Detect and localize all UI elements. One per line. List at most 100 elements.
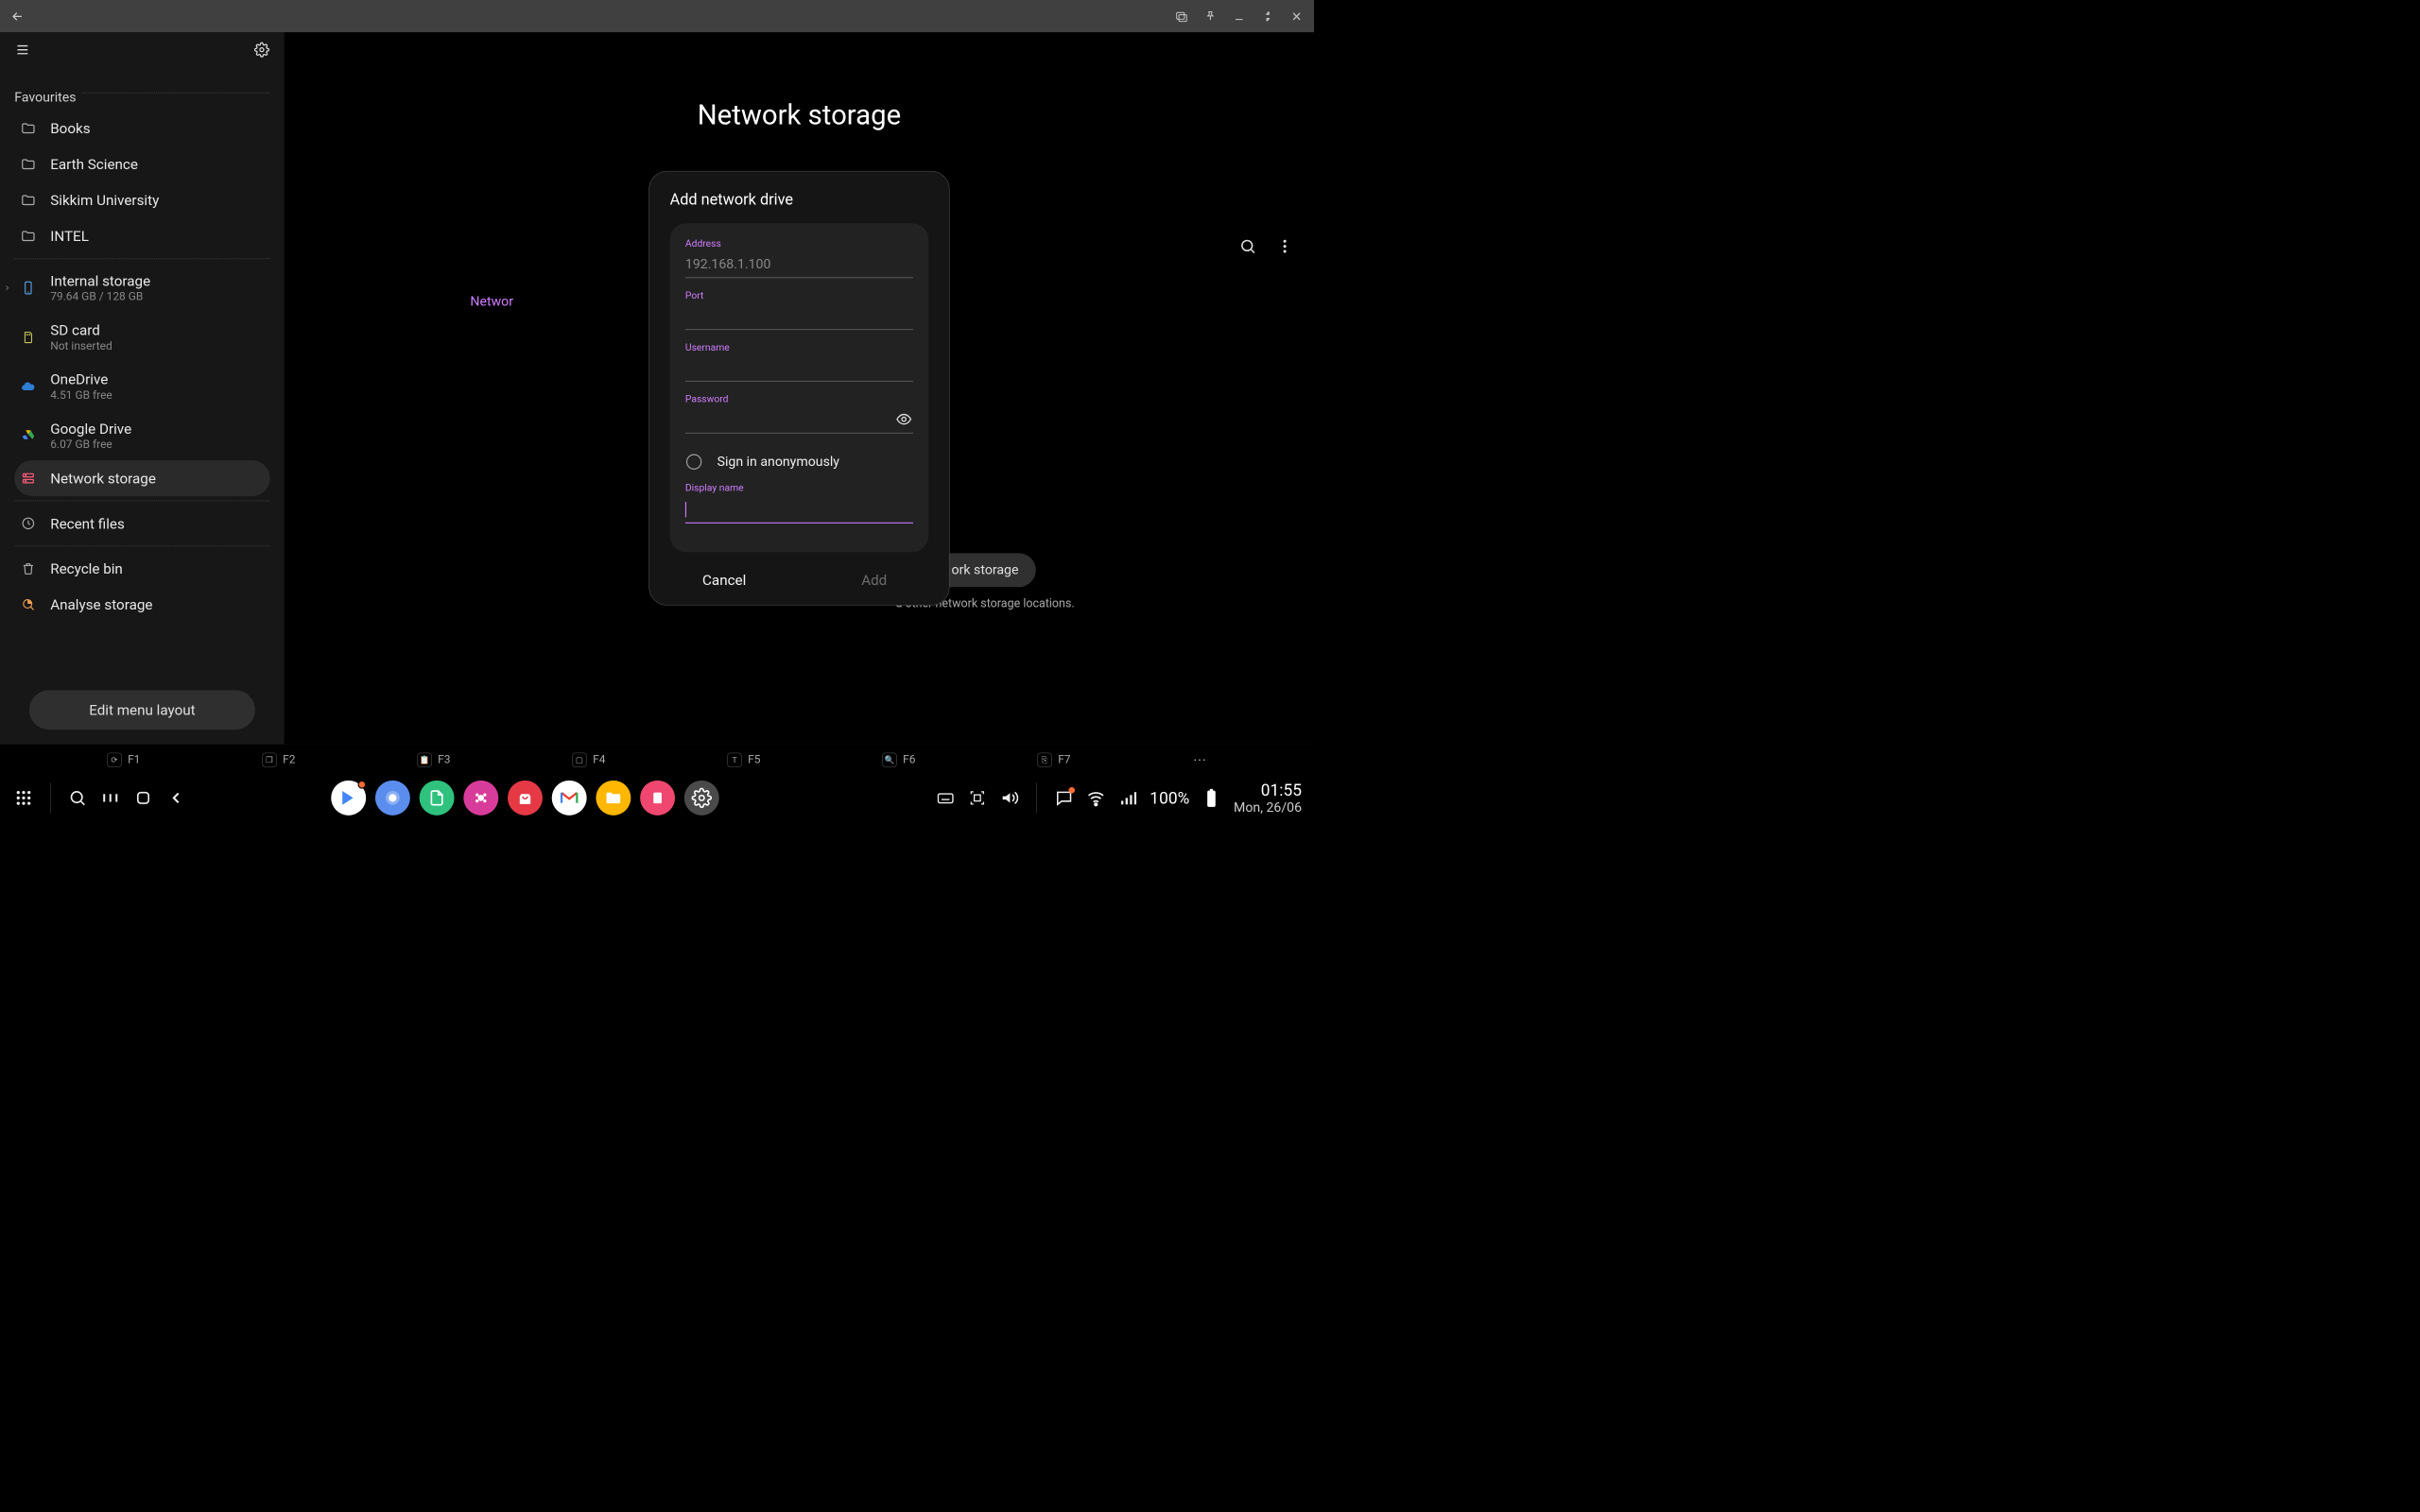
sidebar-fav-intel[interactable]: INTEL: [14, 218, 269, 254]
volume-icon[interactable]: [999, 788, 1019, 808]
edit-menu-layout-button[interactable]: Edit menu layout: [29, 690, 255, 730]
username-input[interactable]: [685, 354, 913, 382]
fkey-f4[interactable]: ▢F4: [572, 752, 605, 766]
sidebar-fav-earth-science[interactable]: Earth Science: [14, 146, 269, 182]
chat-icon[interactable]: [1054, 788, 1074, 808]
refresh-icon: ⟳: [107, 752, 121, 766]
home-icon[interactable]: [132, 786, 155, 809]
keyboard-icon[interactable]: [936, 788, 956, 808]
google-drive-icon: [20, 427, 37, 444]
app-settings-icon[interactable]: [684, 781, 719, 816]
fkey-f3[interactable]: 📋F3: [417, 752, 450, 766]
folder-icon: [20, 156, 37, 173]
fkey-more[interactable]: ⋯: [1192, 752, 1206, 766]
port-input[interactable]: [685, 302, 913, 330]
app-play-store-icon[interactable]: [331, 781, 366, 816]
app-my-files-icon[interactable]: [596, 781, 631, 816]
sidebar-item-label: OneDrive: [50, 371, 112, 388]
sidebar-item-label: Network storage: [50, 470, 156, 487]
app-files-icon[interactable]: [420, 781, 455, 816]
password-input[interactable]: [685, 406, 895, 433]
main-content: Network storage Networ ork storage d oth…: [285, 32, 1314, 744]
sidebar-item-label: Recycle bin: [50, 560, 123, 577]
apps-grid-icon[interactable]: [12, 786, 35, 809]
sidebar-item-label: Google Drive: [50, 421, 131, 438]
close-icon[interactable]: [1289, 9, 1304, 24]
restore-icon[interactable]: [1261, 9, 1275, 24]
app-browser-icon[interactable]: [375, 781, 410, 816]
battery-icon: [1201, 788, 1221, 808]
pin-icon[interactable]: [1203, 9, 1218, 24]
trash-icon: [20, 559, 37, 576]
sidebar-fav-books[interactable]: Books: [14, 111, 269, 146]
address-label: Address: [685, 238, 913, 249]
sidebar-item-label: INTEL: [50, 228, 89, 245]
sidebar-item-sublabel: 6.07 GB free: [50, 438, 131, 452]
minimize-icon[interactable]: [1232, 9, 1246, 24]
display-name-input[interactable]: [685, 495, 913, 524]
app-gmail-icon[interactable]: [552, 781, 587, 816]
sign-in-anonymously-row[interactable]: Sign in anonymously: [685, 445, 913, 482]
datetime[interactable]: 01:55 Mon, 26/06: [1234, 781, 1302, 816]
anonymous-checkbox[interactable]: [686, 455, 701, 470]
window-titlebar: [0, 0, 1314, 32]
sidebar-onedrive[interactable]: OneDrive 4.51 GB free: [14, 362, 269, 411]
sidebar-item-label: Internal storage: [50, 272, 150, 289]
fkey-bar: ⟳F1 ❐F2 📋F3 ▢F4 TF5 🔍F6 ⎘F7 ⋯: [0, 744, 1314, 775]
search-icon: 🔍: [882, 752, 896, 766]
sidebar-sd-card[interactable]: SD card Not inserted: [14, 313, 269, 362]
back-icon[interactable]: [10, 9, 25, 24]
network-icon: [20, 470, 37, 487]
fkey-f7[interactable]: ⎘F7: [1037, 752, 1070, 766]
sidebar-item-label: Sikkim University: [50, 192, 159, 209]
sidebar-analyse-storage[interactable]: Analyse storage: [14, 587, 269, 623]
analyse-icon: [20, 595, 37, 612]
show-password-icon[interactable]: [894, 410, 913, 429]
sidebar-item-label: Books: [50, 120, 90, 137]
app-store-icon[interactable]: [508, 781, 543, 816]
folder-icon: [20, 228, 37, 245]
username-label: Username: [685, 341, 913, 352]
app-notes-icon[interactable]: [640, 781, 675, 816]
signal-icon[interactable]: [1118, 788, 1138, 808]
address-input[interactable]: [685, 250, 913, 278]
sidebar-network-storage[interactable]: Network storage: [14, 460, 269, 496]
sidebar-recycle-bin[interactable]: Recycle bin: [14, 551, 269, 587]
screenshot-icon[interactable]: [968, 788, 988, 808]
app-gallery-icon[interactable]: [463, 781, 498, 816]
dialog-title: Add network drive: [670, 191, 929, 209]
sidebar-recent-files[interactable]: Recent files: [14, 506, 269, 541]
sidebar: Favourites Books Earth Science Sikkim Un…: [0, 32, 285, 744]
copy-icon: ❐: [262, 752, 276, 766]
sidebar-item-label: Analyse storage: [50, 596, 152, 613]
sidebar-item-sublabel: 4.51 GB free: [50, 389, 112, 403]
paste-icon: 📋: [417, 752, 431, 766]
sidebar-google-drive[interactable]: Google Drive 6.07 GB free: [14, 411, 269, 460]
dialog-overlay: Add network drive Address Port Username: [285, 32, 1314, 744]
screenshot-icon[interactable]: [1174, 9, 1188, 24]
fkey-f5[interactable]: TF5: [727, 752, 760, 766]
taskbar: 100% 01:55 Mon, 26/06: [0, 775, 1314, 821]
taskbar-search-icon[interactable]: [66, 786, 89, 809]
add-button[interactable]: Add: [799, 557, 949, 604]
display-name-label: Display name: [685, 482, 913, 493]
password-label: Password: [685, 393, 913, 404]
phone-icon: [20, 279, 37, 296]
fkey-f1[interactable]: ⟳F1: [107, 752, 140, 766]
nav-back-icon[interactable]: [164, 786, 187, 809]
sidebar-internal-storage[interactable]: Internal storage 79.64 GB / 128 GB: [14, 264, 269, 313]
port-label: Port: [685, 289, 913, 301]
recent-apps-icon[interactable]: [99, 786, 122, 809]
fkey-f6[interactable]: 🔍F6: [882, 752, 915, 766]
settings-icon[interactable]: [253, 42, 269, 58]
wifi-icon[interactable]: [1086, 788, 1106, 808]
cancel-button[interactable]: Cancel: [649, 557, 800, 604]
sidebar-fav-sikkim-university[interactable]: Sikkim University: [14, 182, 269, 218]
favourites-heading: Favourites: [14, 90, 76, 105]
text-icon: T: [727, 752, 741, 766]
anonymous-label: Sign in anonymously: [717, 455, 839, 470]
fkey-f2[interactable]: ❐F2: [262, 752, 295, 766]
time: 01:55: [1261, 781, 1302, 800]
menu-icon[interactable]: [14, 42, 30, 58]
cloud-icon: [20, 378, 37, 395]
